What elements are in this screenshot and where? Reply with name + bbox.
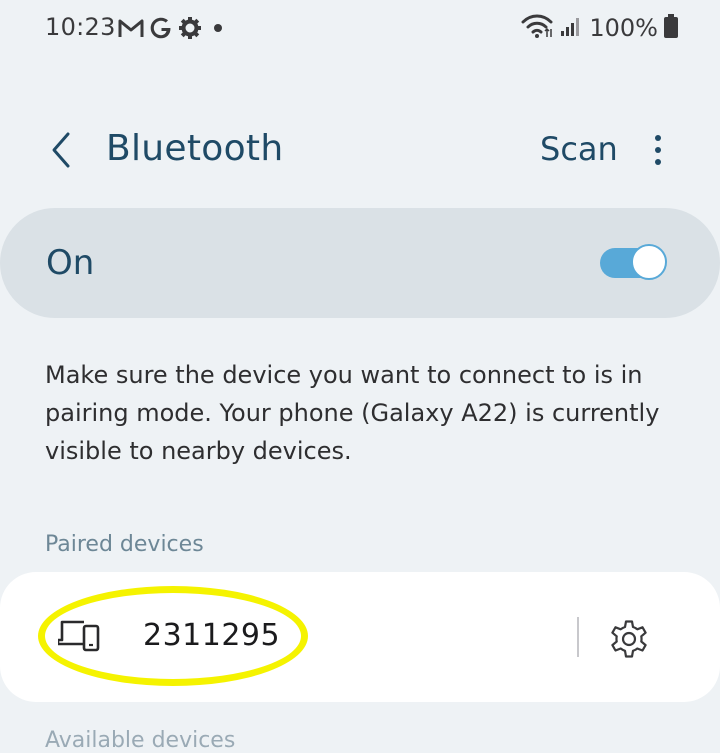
google-icon	[149, 16, 173, 40]
scan-button[interactable]: Scan	[540, 130, 618, 168]
devices-icon	[56, 618, 100, 656]
settings-gear-icon	[178, 16, 202, 40]
notification-icons	[118, 16, 229, 40]
status-time: 10:23	[45, 13, 116, 41]
chevron-left-icon	[52, 132, 70, 168]
status-right: 100%	[521, 13, 678, 43]
row-divider	[577, 617, 579, 657]
gmail-icon	[118, 17, 144, 39]
device-name: 2311295	[143, 618, 281, 653]
pairing-description: Make sure the device you want to connect…	[45, 361, 660, 465]
page-title: Bluetooth	[106, 128, 284, 169]
status-bar: 10:23 100%	[0, 0, 720, 60]
paired-devices-header: Paired devices	[45, 532, 204, 557]
device-settings-button[interactable]	[604, 614, 654, 664]
toggle-label: On	[46, 243, 95, 283]
wifi-icon	[521, 13, 553, 43]
more-vert-icon	[655, 135, 661, 165]
available-devices-header: Available devices	[45, 728, 236, 753]
switch-thumb	[631, 244, 667, 280]
bluetooth-switch[interactable]	[600, 243, 670, 283]
paired-device-row[interactable]: 2311295	[0, 572, 720, 702]
signal-icon	[559, 14, 583, 42]
app-header: Bluetooth Scan	[0, 118, 720, 182]
more-options-button[interactable]	[640, 126, 676, 174]
battery-icon	[664, 14, 678, 42]
gear-icon	[611, 620, 647, 658]
dot-icon	[207, 17, 229, 39]
back-button[interactable]	[36, 126, 84, 174]
bluetooth-toggle-row[interactable]: On	[0, 208, 720, 318]
battery-percent: 100%	[589, 14, 658, 42]
